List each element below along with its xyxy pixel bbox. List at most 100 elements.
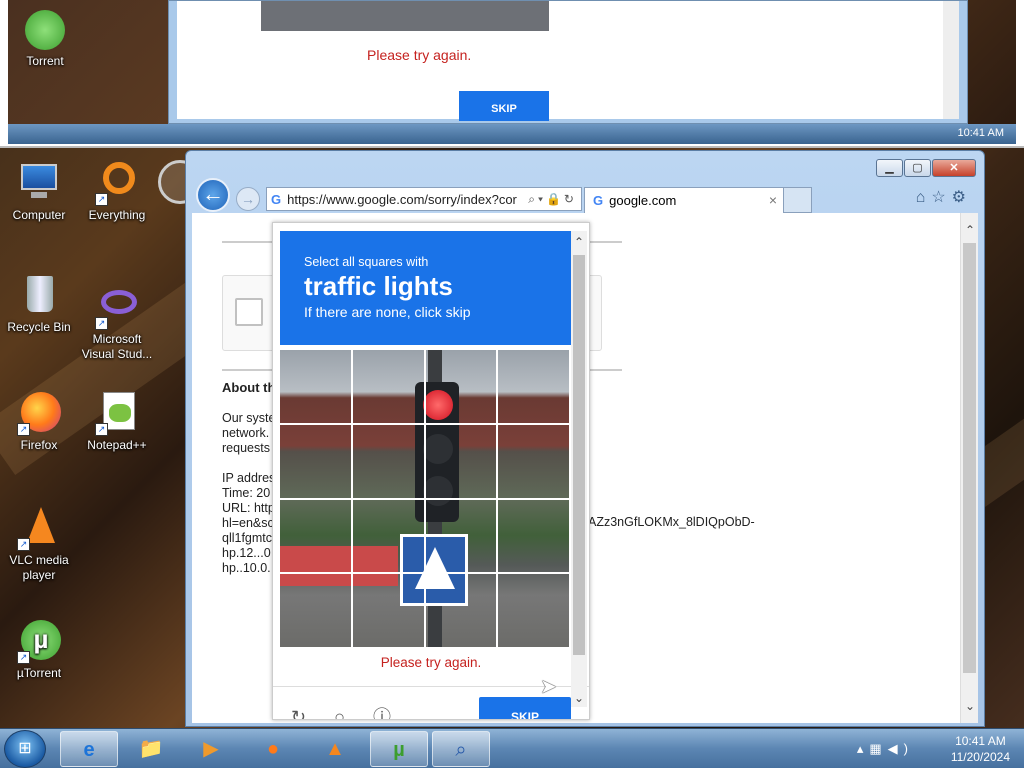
captcha-tile[interactable] — [352, 574, 426, 649]
page-scrollbar[interactable]: ⌃ ⌄ — [960, 213, 978, 723]
captcha-tile[interactable] — [425, 499, 499, 575]
captcha-tile[interactable] — [425, 574, 499, 649]
vlc-cone-icon: ↗ — [17, 505, 61, 551]
new-tab-button[interactable] — [784, 187, 812, 213]
url-text-tail: AZz3nGfLOKMx_8lDIQpObD- — [588, 515, 755, 529]
clock-date: 11/20/2024 — [950, 750, 1010, 764]
window-controls: ▁ ▢ ✕ — [876, 159, 976, 177]
captcha-tile[interactable] — [280, 350, 353, 425]
captcha-tile[interactable] — [498, 350, 571, 425]
desktop-icon-everything[interactable]: ↗ Everything — [80, 160, 154, 223]
taskbar-snipping-icon[interactable]: ⌕ — [432, 731, 490, 767]
desktop-icon-notepadpp[interactable]: ↗ Notepad++ — [80, 390, 154, 453]
firefox-icon: ↗ — [17, 390, 61, 436]
back-button[interactable]: ← — [196, 178, 230, 212]
nested-captcha-image — [261, 1, 549, 31]
captcha-tile[interactable] — [280, 574, 353, 649]
nested-skip-button[interactable]: SKIP — [459, 91, 549, 121]
start-button[interactable]: ⊞ — [4, 730, 46, 768]
desktop-icon-recycle-bin[interactable]: Recycle Bin — [2, 272, 76, 335]
reload-icon[interactable]: ↻ — [291, 707, 334, 719]
captcha-tile[interactable] — [280, 499, 353, 575]
address-url[interactable]: https://www.google.com/sorry/index?cor — [287, 192, 528, 207]
close-button[interactable]: ✕ — [932, 159, 976, 177]
volume-icon[interactable]: ◀) — [888, 741, 914, 756]
everything-icon: ↗ — [95, 160, 139, 206]
recaptcha-checkbox[interactable] — [235, 298, 263, 326]
computer-icon — [17, 160, 61, 204]
forward-button[interactable]: → — [236, 187, 260, 211]
tab-google[interactable]: G google.com × — [584, 187, 784, 213]
scroll-up-icon[interactable]: ⌃ — [571, 235, 587, 249]
desktop-icon-visual-studio[interactable]: ↗ Microsoft Visual Stud... — [80, 284, 154, 362]
scroll-down-icon[interactable]: ⌄ — [571, 691, 587, 705]
captcha-tile[interactable] — [352, 350, 426, 425]
audio-icon[interactable]: ○ — [334, 707, 373, 719]
nested-icon-label: Torrent — [26, 54, 64, 68]
desktop-icon-utorrent[interactable]: µ ↗ µTorrent — [2, 618, 76, 681]
skip-button[interactable]: SKIP — [479, 697, 571, 719]
shortcut-arrow-icon: ↗ — [17, 651, 30, 664]
google-favicon-icon: G — [271, 191, 282, 207]
address-bar[interactable]: G https://www.google.com/sorry/index?cor… — [266, 187, 582, 211]
taskbar-ie-icon[interactable]: e — [60, 731, 118, 767]
taskbar-explorer-icon[interactable]: 📁 — [122, 731, 180, 767]
nested-scrollbar[interactable] — [943, 1, 959, 119]
shortcut-arrow-icon: ↗ — [95, 423, 108, 436]
gear-icon[interactable]: ⚙ — [952, 189, 972, 206]
shortcut-arrow-icon: ↗ — [17, 538, 30, 551]
nested-error-text: Please try again. — [367, 47, 472, 63]
desktop-icon-label: Computer — [12, 208, 66, 222]
scroll-down-icon[interactable]: ⌄ — [961, 699, 978, 713]
taskbar-vlc-icon[interactable]: ▲ — [306, 731, 364, 767]
captcha-hint: If there are none, click skip — [304, 304, 471, 320]
desktop-icon-computer[interactable]: Computer — [2, 160, 76, 223]
mouse-pointer-icon: ➤ — [540, 676, 557, 698]
favorites-star-icon[interactable]: ☆ — [931, 189, 951, 206]
info-icon[interactable]: ⓘ — [373, 707, 419, 719]
desktop-icon-label: Everything — [88, 208, 146, 222]
nested-browser-window: Please try again. SKIP — [168, 0, 968, 124]
captcha-tile[interactable] — [280, 424, 353, 500]
tab-close-icon[interactable]: × — [769, 192, 777, 208]
taskbar-media-icon[interactable]: ▶ — [182, 731, 240, 767]
clock[interactable]: 10:41 AM 11/20/2024 — [951, 733, 1010, 765]
desktop-icon-firefox[interactable]: ↗ Firefox — [2, 390, 76, 453]
taskbar-utorrent-icon[interactable]: µ — [370, 731, 428, 767]
tray-icons[interactable]: ▴▦◀) — [857, 741, 914, 757]
desktop-icon-vlc[interactable]: ↗ VLC media player — [2, 505, 76, 583]
google-favicon-icon: G — [593, 193, 604, 208]
scroll-thumb[interactable] — [963, 243, 976, 673]
captcha-target: traffic lights — [304, 271, 453, 301]
desktop-icon-label: Firefox — [20, 438, 58, 452]
maximize-button[interactable]: ▢ — [904, 159, 931, 177]
captcha-tile[interactable] — [352, 424, 426, 500]
minimize-button[interactable]: ▁ — [876, 159, 903, 177]
taskbar: ⊞ e 📁 ▶ ● ▲ µ ⌕ ▴▦◀) 10:41 AM 11/20/2024 — [0, 728, 1024, 768]
tray-expand-icon[interactable]: ▴ — [857, 741, 870, 756]
network-icon[interactable]: ▦ — [869, 741, 887, 756]
home-icon[interactable]: ⌂ — [916, 189, 932, 206]
visual-studio-icon: ↗ — [95, 284, 139, 330]
recycle-bin-icon — [17, 272, 61, 316]
desktop-icon-label: Notepad++ — [87, 438, 147, 452]
captcha-scrollbar[interactable]: ⌃ ⌄ — [571, 231, 587, 707]
captcha-tile[interactable] — [352, 499, 426, 575]
utorrent-logo-icon — [25, 10, 65, 50]
scroll-thumb[interactable] — [573, 255, 585, 655]
captcha-error: Please try again. — [380, 655, 482, 670]
nested-taskbar: 10:41 AM — [8, 124, 1016, 144]
captcha-footer-icons: ↻○ⓘ — [291, 703, 419, 719]
captcha-tile[interactable] — [498, 499, 571, 575]
scroll-up-icon[interactable]: ⌃ — [961, 223, 978, 237]
shortcut-arrow-icon: ↗ — [17, 423, 30, 436]
captcha-tile[interactable] — [425, 424, 499, 500]
captcha-instruction: Select all squares with — [304, 255, 429, 269]
nested-utorrent-icon[interactable]: Torrent — [8, 10, 82, 69]
captcha-tile[interactable] — [498, 574, 571, 649]
captcha-tile[interactable] — [498, 424, 571, 500]
nested-clock: 10:41 AM — [957, 127, 1004, 139]
taskbar-firefox-icon[interactable]: ● — [244, 731, 302, 767]
captcha-tile[interactable] — [425, 350, 499, 425]
address-tools-icons[interactable]: ⌕▾🔒↻ — [528, 192, 577, 207]
